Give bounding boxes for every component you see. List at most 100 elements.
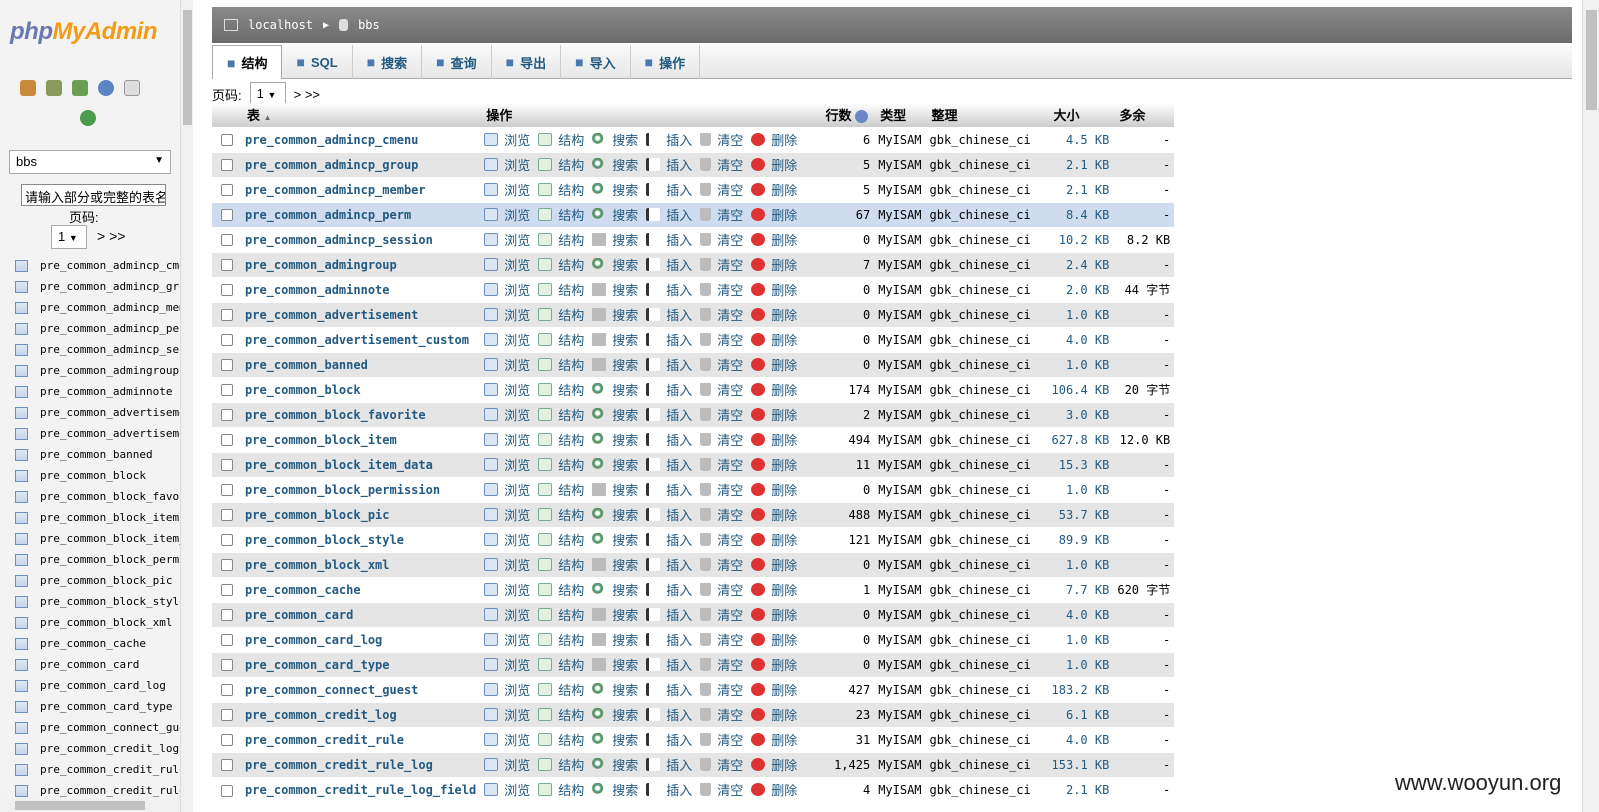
action-structure[interactable]: 结构 (538, 405, 584, 424)
action-insert[interactable]: 插入 (646, 480, 692, 499)
action-insert[interactable]: 插入 (646, 230, 692, 249)
table-name-link[interactable]: pre_common_block_favorite (245, 408, 426, 422)
database-select[interactable]: bbs ▼ (9, 150, 171, 174)
action-drop[interactable]: 删除 (751, 155, 797, 174)
size[interactable]: 106.4 KB (1047, 376, 1114, 402)
action-structure[interactable]: 结构 (538, 730, 584, 749)
action-browse[interactable]: 浏览 (484, 330, 530, 349)
sidebar-table-item[interactable]: pre_common_block_pic (0, 570, 182, 591)
sidebar-table-item[interactable]: pre_common_cache (0, 633, 182, 654)
sidebar-table-label[interactable]: pre_common_block_favorite (40, 490, 182, 503)
sidebar-table-item[interactable]: pre_common_credit_log (0, 738, 182, 759)
sidebar-table-item[interactable]: pre_common_card_type (0, 696, 182, 717)
table-icon[interactable] (15, 448, 28, 461)
action-search[interactable]: 搜索 (592, 305, 638, 324)
reload-icon[interactable] (80, 110, 96, 126)
table-name-link[interactable]: pre_common_admingroup (245, 258, 397, 272)
action-browse[interactable]: 浏览 (484, 680, 530, 699)
size[interactable]: 2.0 KB (1047, 276, 1114, 302)
size[interactable]: 1.0 KB (1047, 626, 1114, 652)
action-empty[interactable]: 清空 (700, 630, 743, 649)
action-structure[interactable]: 结构 (538, 205, 584, 224)
row-checkbox[interactable] (220, 434, 233, 447)
table-name-link[interactable]: pre_common_adminnote (245, 283, 390, 297)
table-name-link[interactable]: pre_common_card (245, 608, 353, 622)
size[interactable]: 4.0 KB (1047, 326, 1114, 352)
action-browse[interactable]: 浏览 (484, 280, 530, 299)
action-insert[interactable]: 插入 (646, 780, 692, 799)
action-drop[interactable]: 删除 (751, 280, 797, 299)
action-structure[interactable]: 结构 (538, 255, 584, 274)
sidebar-table-label[interactable]: pre_common_admingroup (40, 364, 179, 377)
action-browse[interactable]: 浏览 (484, 130, 530, 149)
table-row[interactable]: pre_common_admincp_session 浏览 结构 搜索 插入 清空 删除 0 M… (212, 226, 1175, 252)
table-name-link[interactable]: pre_common_block_xml (245, 558, 390, 572)
table-row[interactable]: pre_common_connect_guest 浏览 结构 搜索 插入 清空 删除 427 M… (212, 676, 1175, 702)
sidebar-table-label[interactable]: pre_common_banned (40, 448, 153, 461)
sidebar-table-item[interactable]: pre_common_card (0, 654, 182, 675)
action-empty[interactable]: 清空 (700, 355, 743, 374)
action-drop[interactable]: 删除 (751, 230, 797, 249)
sidebar-table-item[interactable]: pre_common_admingroup (0, 360, 182, 381)
action-structure[interactable]: 结构 (538, 280, 584, 299)
size[interactable]: 153.1 KB (1047, 751, 1114, 777)
action-structure[interactable]: 结构 (538, 480, 584, 499)
action-drop[interactable]: 删除 (751, 180, 797, 199)
sidebar-table-label[interactable]: pre_common_block (40, 469, 146, 482)
action-drop[interactable]: 删除 (751, 680, 797, 699)
row-checkbox[interactable] (220, 359, 233, 372)
sidebar-table-item[interactable]: pre_common_card_log (0, 675, 182, 696)
tab-0[interactable]: ■ 结构 (212, 45, 283, 79)
table-row[interactable]: pre_common_admingroup 浏览 结构 搜索 插入 清空 删除 7 MyISAM… (212, 251, 1175, 277)
table-row[interactable]: pre_common_block_style 浏览 结构 搜索 插入 清空 删除 121 MyI… (212, 526, 1175, 552)
action-search[interactable]: 搜索 (592, 230, 638, 249)
table-icon[interactable] (15, 427, 28, 440)
sidebar-table-item[interactable]: pre_common_banned (0, 444, 182, 465)
action-drop[interactable]: 删除 (751, 380, 797, 399)
action-search[interactable]: 搜索 (592, 630, 638, 649)
action-drop[interactable]: 删除 (751, 355, 797, 374)
table-name-link[interactable]: pre_common_admincp_session (245, 233, 433, 247)
sidebar-table-item[interactable]: pre_common_admincp_group (0, 276, 182, 297)
header-size[interactable]: 大小 (1047, 103, 1114, 127)
action-browse[interactable]: 浏览 (484, 380, 530, 399)
action-insert[interactable]: 插入 (646, 380, 692, 399)
sidebar-table-label[interactable]: pre_common_block_permission (40, 553, 182, 566)
row-checkbox[interactable] (220, 409, 233, 422)
table-row[interactable]: pre_common_credit_rule_log_field 浏览 结构 搜索 插入… (212, 776, 1175, 802)
action-structure[interactable]: 结构 (538, 130, 584, 149)
action-empty[interactable]: 清空 (700, 155, 743, 174)
sidebar-table-label[interactable]: pre_common_credit_log (40, 742, 179, 755)
table-icon[interactable] (15, 700, 28, 713)
action-drop[interactable]: 删除 (751, 330, 797, 349)
row-checkbox[interactable] (220, 384, 233, 397)
action-structure[interactable]: 结构 (538, 155, 584, 174)
sidebar-table-label[interactable]: pre_common_adminnote (40, 385, 172, 398)
action-structure[interactable]: 结构 (538, 630, 584, 649)
size[interactable]: 15.3 KB (1047, 451, 1114, 477)
action-browse[interactable]: 浏览 (484, 405, 530, 424)
action-browse[interactable]: 浏览 (484, 580, 530, 599)
action-empty[interactable]: 清空 (700, 230, 743, 249)
action-browse[interactable]: 浏览 (484, 630, 530, 649)
table-icon[interactable] (15, 553, 28, 566)
sidebar-table-label[interactable]: pre_common_card_type (40, 700, 172, 713)
action-search[interactable]: 搜索 (592, 530, 638, 549)
action-search[interactable]: 搜索 (592, 355, 638, 374)
sidebar-table-item[interactable]: pre_common_admincp_perm (0, 318, 182, 339)
table-name-link[interactable]: pre_common_admincp_member (245, 183, 426, 197)
action-empty[interactable]: 清空 (700, 605, 743, 624)
table-icon[interactable] (15, 259, 28, 272)
row-checkbox[interactable] (220, 234, 233, 247)
row-checkbox[interactable] (220, 559, 233, 572)
action-insert[interactable]: 插入 (646, 680, 692, 699)
action-insert[interactable]: 插入 (646, 130, 692, 149)
size[interactable]: 183.2 KB (1047, 676, 1114, 702)
action-search[interactable]: 搜索 (592, 730, 638, 749)
action-drop[interactable]: 删除 (751, 605, 797, 624)
tab-6[interactable]: ■ 操作 (631, 45, 701, 79)
row-checkbox[interactable] (220, 459, 233, 472)
sidebar-table-label[interactable]: pre_common_advertisement_custom (40, 427, 182, 440)
action-browse[interactable]: 浏览 (484, 705, 530, 724)
action-empty[interactable]: 清空 (700, 455, 743, 474)
